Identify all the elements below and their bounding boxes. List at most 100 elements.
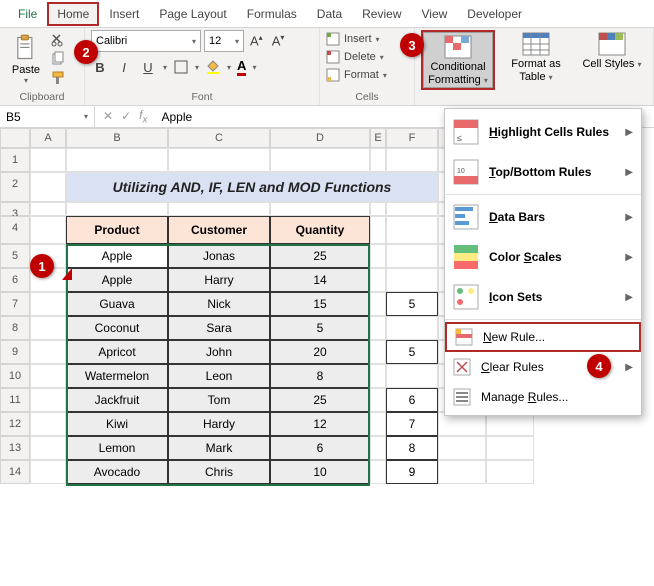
row-header[interactable]: 5 <box>0 244 30 268</box>
cell[interactable] <box>66 148 168 172</box>
cell-quantity[interactable]: 20 <box>270 340 370 364</box>
col-header-e[interactable]: E <box>370 128 386 148</box>
copy-icon[interactable] <box>50 51 66 67</box>
row-header[interactable]: 2 <box>0 172 30 202</box>
cell-quantity[interactable]: 15 <box>270 292 370 316</box>
cell[interactable] <box>370 436 386 460</box>
row-header[interactable]: 14 <box>0 460 30 484</box>
cell[interactable] <box>486 436 534 460</box>
col-header-a[interactable]: A <box>30 128 66 148</box>
tab-developer[interactable]: Developer <box>457 2 532 26</box>
cells-delete-button[interactable]: Delete▾ <box>326 48 408 66</box>
cell-f[interactable]: 5 <box>386 340 438 364</box>
cell-product[interactable]: Guava <box>66 292 168 316</box>
row-header[interactable]: 10 <box>0 364 30 388</box>
row-header[interactable]: 8 <box>0 316 30 340</box>
menu-color-scales[interactable]: Color Scales ▶ <box>445 237 641 277</box>
cell-product[interactable]: Jackfruit <box>66 388 168 412</box>
format-as-table-button[interactable]: Format as Table ▾ <box>501 30 571 90</box>
select-all-corner[interactable] <box>0 128 30 148</box>
menu-manage-rules[interactable]: Manage Rules... <box>445 382 641 412</box>
cell[interactable] <box>30 148 66 172</box>
cell-product[interactable]: Kiwi <box>66 412 168 436</box>
tab-page-layout[interactable]: Page Layout <box>149 2 236 26</box>
cell[interactable] <box>386 202 438 216</box>
cell[interactable] <box>370 460 386 484</box>
cell-product[interactable]: Avocado <box>66 460 168 484</box>
cell[interactable] <box>30 388 66 412</box>
cell-customer[interactable]: Chris <box>168 460 270 484</box>
cell-quantity[interactable]: 5 <box>270 316 370 340</box>
header-customer[interactable]: Customer <box>168 216 270 244</box>
conditional-formatting-button[interactable]: Conditional Formatting ▾ <box>423 32 493 88</box>
cell-customer[interactable]: Hardy <box>168 412 270 436</box>
row-header[interactable]: 9 <box>0 340 30 364</box>
cell[interactable] <box>30 202 66 216</box>
tab-data[interactable]: Data <box>307 2 352 26</box>
menu-new-rule[interactable]: New Rule... <box>445 322 641 352</box>
cell[interactable] <box>66 202 168 216</box>
border-icon[interactable] <box>173 59 189 75</box>
cell-f[interactable]: 5 <box>386 292 438 316</box>
cell-quantity[interactable]: 25 <box>270 244 370 268</box>
fx-icon[interactable]: fx <box>139 108 147 125</box>
enter-formula-icon[interactable]: ✓ <box>121 109 131 123</box>
cell[interactable] <box>370 148 386 172</box>
font-size-select[interactable]: 12▾ <box>204 30 244 52</box>
cell-product[interactable]: Coconut <box>66 316 168 340</box>
col-header-d[interactable]: D <box>270 128 370 148</box>
cell[interactable] <box>168 148 270 172</box>
cell-f[interactable]: 6 <box>386 388 438 412</box>
cell[interactable] <box>30 460 66 484</box>
cell[interactable] <box>30 316 66 340</box>
header-product[interactable]: Product <box>66 216 168 244</box>
cell[interactable] <box>486 460 534 484</box>
cell-styles-button[interactable]: Cell Styles ▾ <box>577 30 647 90</box>
cell-customer[interactable]: Jonas <box>168 244 270 268</box>
menu-data-bars[interactable]: Data Bars ▶ <box>445 197 641 237</box>
row-header[interactable]: 11 <box>0 388 30 412</box>
font-color-icon[interactable]: A <box>237 58 246 76</box>
cell-f[interactable]: 7 <box>386 412 438 436</box>
format-painter-icon[interactable] <box>50 70 66 86</box>
cell-product[interactable]: Lemon <box>66 436 168 460</box>
cancel-formula-icon[interactable]: ✕ <box>103 109 113 123</box>
cell[interactable] <box>386 364 438 388</box>
cell[interactable] <box>370 316 386 340</box>
cell[interactable] <box>270 202 370 216</box>
cell[interactable] <box>386 244 438 268</box>
cell-product[interactable]: Apple <box>66 268 168 292</box>
cell[interactable] <box>370 244 386 268</box>
cell-customer[interactable]: Sara <box>168 316 270 340</box>
cell-quantity[interactable]: 14 <box>270 268 370 292</box>
cell[interactable] <box>30 364 66 388</box>
cell-quantity[interactable]: 12 <box>270 412 370 436</box>
cell[interactable] <box>386 148 438 172</box>
cell[interactable] <box>370 216 386 244</box>
increase-font-icon[interactable]: A▴ <box>247 33 266 48</box>
row-header[interactable]: 1 <box>0 148 30 172</box>
underline-button[interactable]: U <box>139 60 157 75</box>
row-header[interactable]: 3 <box>0 202 30 216</box>
row-header[interactable]: 7 <box>0 292 30 316</box>
cells-insert-button[interactable]: Insert▾ <box>326 30 408 48</box>
tab-formulas[interactable]: Formulas <box>237 2 307 26</box>
cell-customer[interactable]: Nick <box>168 292 270 316</box>
cell[interactable] <box>370 202 386 216</box>
cell-f[interactable]: 9 <box>386 460 438 484</box>
title-cell[interactable]: Utilizing AND, IF, LEN and MOD Functions <box>66 172 438 202</box>
cell-customer[interactable]: Tom <box>168 388 270 412</box>
cell-quantity[interactable]: 25 <box>270 388 370 412</box>
cell[interactable] <box>438 436 486 460</box>
cell-product[interactable]: Apricot <box>66 340 168 364</box>
cell[interactable] <box>386 268 438 292</box>
bold-button[interactable]: B <box>91 60 109 75</box>
cell[interactable] <box>370 412 386 436</box>
row-header[interactable]: 4 <box>0 216 30 244</box>
font-name-select[interactable]: Calibri▾ <box>91 30 201 52</box>
cell[interactable] <box>370 340 386 364</box>
tab-file[interactable]: File <box>8 2 47 26</box>
cut-icon[interactable] <box>50 32 66 48</box>
col-header-c[interactable]: C <box>168 128 270 148</box>
cell[interactable] <box>30 412 66 436</box>
